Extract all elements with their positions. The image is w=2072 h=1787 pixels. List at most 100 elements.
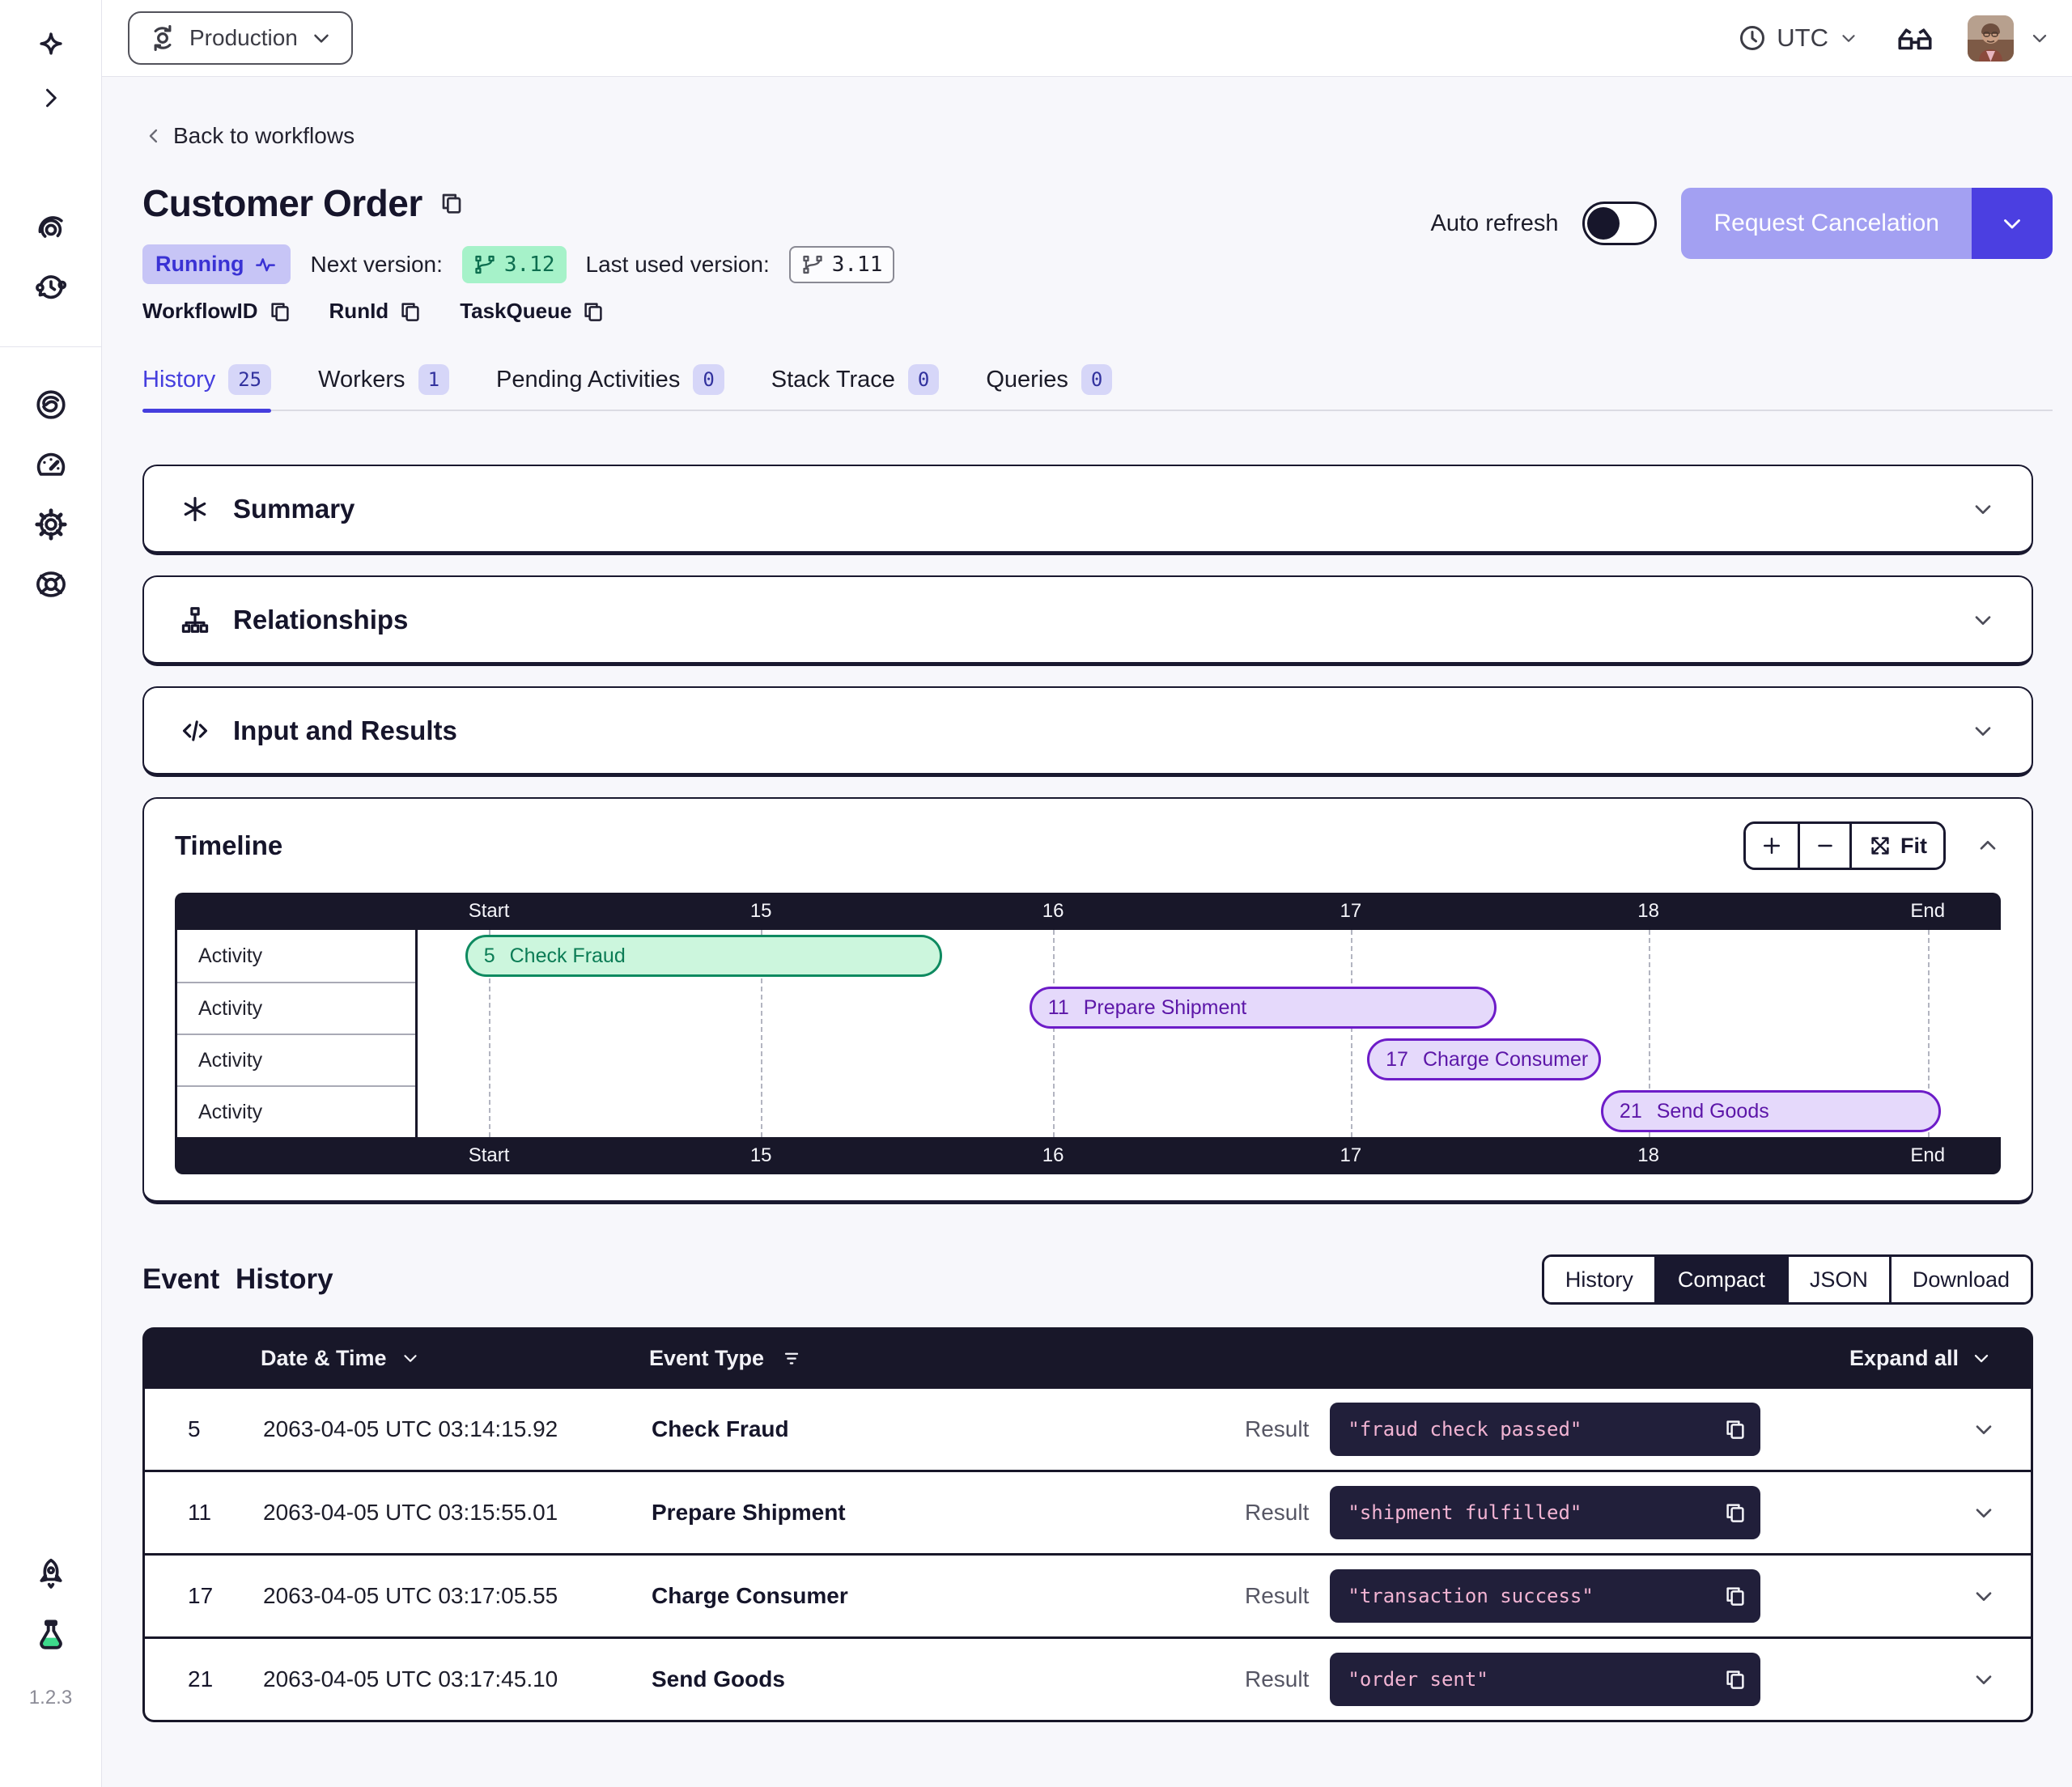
column-event-type[interactable]: Event Type — [649, 1346, 1242, 1371]
timeline-axis-top: Start15161718End — [175, 893, 2001, 930]
zoom-in-button[interactable] — [1746, 824, 1798, 868]
sidebar-divider — [0, 346, 101, 347]
copy-icon[interactable] — [439, 190, 465, 216]
auto-refresh-toggle[interactable] — [1582, 202, 1657, 245]
tab-count-badge: 25 — [228, 364, 271, 395]
view-json-button[interactable]: JSON — [1786, 1257, 1889, 1302]
axis-label-18: 18 — [1637, 900, 1659, 923]
sparkle-icon[interactable] — [32, 26, 70, 63]
download-button[interactable]: Download — [1889, 1257, 2031, 1302]
next-version-badge: 3.12 — [462, 246, 567, 283]
timeline-panel: Timeline Fit — [142, 797, 2033, 1204]
timezone-picker[interactable]: UTC — [1738, 23, 1859, 53]
avatar[interactable] — [1968, 15, 2014, 62]
request-cancelation-split-button: Request Cancelation — [1681, 188, 2053, 259]
event-row[interactable]: 21 2063-04-05 UTC 03:17:45.10 Send Goods… — [142, 1639, 2033, 1722]
copy-icon[interactable] — [1723, 1584, 1747, 1608]
chevron-down-icon[interactable] — [1970, 718, 1996, 744]
tab-label: History — [142, 367, 215, 393]
back-to-workflows-link[interactable]: Back to workflows — [142, 123, 355, 149]
last-used-version-value: 3.11 — [832, 253, 883, 277]
view-compact-button[interactable]: Compact — [1654, 1257, 1786, 1302]
input-results-section[interactable]: Input and Results — [142, 686, 2033, 777]
chevron-down-icon[interactable] — [1970, 607, 1996, 633]
chevron-down-icon[interactable] — [1971, 1500, 1997, 1526]
lifebuoy-icon[interactable] — [32, 566, 70, 603]
event-id: 11 — [145, 1500, 263, 1526]
copy-icon[interactable] — [1723, 1500, 1747, 1525]
app-version: 1.2.3 — [29, 1687, 72, 1709]
chevron-down-icon[interactable] — [2028, 27, 2051, 49]
request-cancelation-button[interactable]: Request Cancelation — [1681, 188, 1972, 259]
result-label: Result — [1245, 1666, 1309, 1692]
tab-label: Stack Trace — [771, 367, 895, 393]
timeline-bar-charge-consumer[interactable]: 17Charge Consumer — [1367, 1038, 1601, 1080]
timeline-bar-prepare-shipment[interactable]: 11Prepare Shipment — [1030, 987, 1497, 1029]
tab-queries[interactable]: Queries 0 — [986, 364, 1112, 395]
bar-label: Check Fraud — [510, 944, 626, 968]
bar-label: Charge Consumer — [1423, 1048, 1588, 1072]
event-history-title: Event History — [142, 1263, 333, 1296]
chevron-down-icon[interactable] — [1971, 1666, 1997, 1692]
chevron-down-icon[interactable] — [1971, 1583, 1997, 1609]
copy-icon[interactable] — [398, 299, 422, 324]
chevron-down-icon[interactable] — [1970, 496, 1996, 522]
event-row[interactable]: 17 2063-04-05 UTC 03:17:05.55 Charge Con… — [142, 1556, 2033, 1639]
chevron-down-icon — [400, 1348, 421, 1369]
tab-pending-activities[interactable]: Pending Activities 0 — [496, 364, 724, 395]
page-title: Customer Order — [142, 181, 422, 225]
event-datetime: 2063-04-05 UTC 03:14:15.92 — [263, 1416, 652, 1442]
environment-selector[interactable]: Production — [128, 11, 353, 65]
flask-icon[interactable] — [32, 1617, 70, 1654]
timeline-bar-send-goods[interactable]: 21Send Goods — [1601, 1090, 1941, 1132]
view-history-button[interactable]: History — [1544, 1257, 1654, 1302]
glasses-icon[interactable] — [1895, 23, 1935, 53]
result-label: Result — [1245, 1416, 1309, 1442]
chevron-right-icon[interactable] — [32, 79, 70, 117]
next-version-label: Next version: — [310, 252, 442, 278]
copy-icon[interactable] — [1723, 1417, 1747, 1441]
result-label: Result — [1245, 1500, 1309, 1526]
axis-label-16: 16 — [1042, 1144, 1064, 1167]
swirl-circle-icon[interactable] — [32, 386, 70, 423]
expand-all-label: Expand all — [1849, 1346, 1959, 1371]
timeline-bar-check-fraud[interactable]: 5Check Fraud — [465, 935, 942, 977]
result-code-chip: "shipment fulfilled" — [1330, 1486, 1760, 1539]
column-date-time[interactable]: Date & Time — [261, 1346, 649, 1371]
copy-icon[interactable] — [268, 299, 292, 324]
cancelation-options-button[interactable] — [1972, 188, 2053, 259]
branch-icon — [801, 253, 824, 276]
expand-all-button[interactable]: Expand all — [1849, 1346, 1993, 1371]
event-history-header: Event History History Compact JSON Downl… — [142, 1254, 2033, 1305]
copy-icon[interactable] — [581, 299, 605, 324]
copy-icon[interactable] — [1723, 1667, 1747, 1691]
zoom-out-button[interactable] — [1798, 824, 1849, 868]
topbar: Production UTC — [102, 0, 2072, 77]
event-row[interactable]: 11 2063-04-05 UTC 03:15:55.01 Prepare Sh… — [142, 1472, 2033, 1556]
result-label: Result — [1245, 1583, 1309, 1609]
spiral-icon[interactable] — [32, 210, 70, 248]
timezone-label: UTC — [1777, 23, 1828, 53]
tab-label: Pending Activities — [496, 367, 680, 393]
event-row[interactable]: 5 2063-04-05 UTC 03:14:15.92 Check Fraud… — [142, 1389, 2033, 1472]
tab-count-badge: 0 — [693, 364, 724, 395]
summary-section[interactable]: Summary — [142, 465, 2033, 555]
code-icon — [180, 715, 210, 746]
zoom-fit-button[interactable]: Fit — [1849, 824, 1943, 868]
chevron-up-icon[interactable] — [1975, 833, 2001, 859]
tab-count-badge: 0 — [1081, 364, 1112, 395]
tab-history[interactable]: History 25 — [142, 364, 271, 395]
tab-workers[interactable]: Workers 1 — [318, 364, 449, 395]
gauge-icon[interactable] — [32, 446, 70, 483]
section-title: Input and Results — [233, 715, 457, 746]
rocket-icon[interactable] — [32, 1556, 70, 1593]
workflow-header: Customer Order Running Next version: — [142, 181, 2053, 324]
tab-stack-trace[interactable]: Stack Trace 0 — [771, 364, 940, 395]
timeline-axis-bottom: Start15161718End — [175, 1137, 2001, 1174]
relationships-section[interactable]: Relationships — [142, 575, 2033, 666]
chevron-down-icon[interactable] — [1971, 1416, 1997, 1442]
clock-rotate-icon[interactable] — [32, 269, 70, 306]
axis-label-end: End — [1910, 1144, 1945, 1167]
axis-label-15: 15 — [750, 1144, 772, 1167]
gear-icon[interactable] — [32, 506, 70, 543]
